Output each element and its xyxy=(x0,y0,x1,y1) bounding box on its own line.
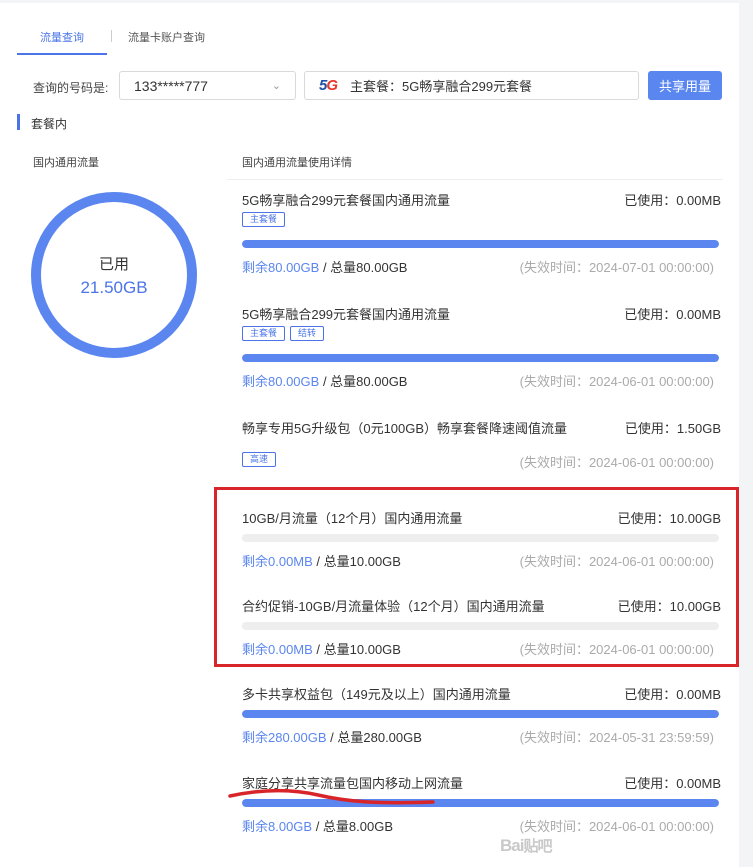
watermark-latin: Bai xyxy=(500,836,524,855)
section-title: 套餐内 xyxy=(31,117,68,131)
tab-traffic-query[interactable]: 流量查询 xyxy=(17,27,107,55)
item-used: 已使用：0.00MB xyxy=(624,687,721,702)
total-value: / 总量80.00GB xyxy=(319,260,408,275)
remain-value: 剩余80.00GB xyxy=(242,374,320,389)
5g-logo-icon: 5G xyxy=(319,77,338,94)
expire-time: (失效时间：2024-06-01 00:00:00) xyxy=(519,455,714,470)
ring-used-value: 21.50GB xyxy=(80,278,148,297)
traffic-item: 5G畅享融合299元套餐国内通用流量 已使用：0.00MB 主套餐 结转 剩余8… xyxy=(242,304,722,394)
expire-time: (失效时间：2024-05-31 23:59:59) xyxy=(519,730,714,745)
share-usage-button[interactable]: 共享用量 xyxy=(648,71,722,100)
total-value: / 总量8.00GB xyxy=(312,819,394,834)
main-package-field: 5G 主套餐：5G畅享融合299元套餐 xyxy=(304,71,639,100)
tab-divider xyxy=(111,30,112,42)
usage-bar xyxy=(242,354,719,362)
tag-carryover: 结转 xyxy=(290,326,325,341)
tag-main-package: 主套餐 xyxy=(242,326,286,341)
remain-value: 剩余8.00GB xyxy=(242,819,313,834)
tab-card-account-query[interactable]: 流量卡账户查询 xyxy=(128,27,205,45)
usage-ring xyxy=(31,192,197,358)
phone-number-value: 133*****777 xyxy=(134,78,208,94)
tab-bar: 流量查询 流量卡账户查询 xyxy=(17,27,205,55)
watermark-cn: 贴吧 xyxy=(523,838,552,855)
expire-time: (失效时间：2024-06-01 00:00:00) xyxy=(519,819,714,834)
usage-bar xyxy=(242,240,719,248)
item-used: 已使用：0.00MB xyxy=(624,193,721,208)
section-marker xyxy=(17,114,20,130)
baidu-tieba-watermark: Bai贴吧 xyxy=(500,835,552,856)
traffic-panel: 流量查询 流量卡账户查询 查询的号码是: 133*****777 ⌄ 5G 主套… xyxy=(0,3,739,867)
usage-bar-fill xyxy=(242,354,719,362)
usage-bar xyxy=(242,710,719,718)
item-title: 畅享专用5G升级包（0元100GB）畅享套餐降速阈值流量 xyxy=(242,421,568,436)
highlight-box xyxy=(214,487,739,667)
item-used: 已使用：0.00MB xyxy=(624,307,721,322)
expire-time: (失效时间：2024-07-01 00:00:00) xyxy=(519,260,714,275)
main-package-text: 主套餐：5G畅享融合299元套餐 xyxy=(350,79,533,94)
query-number-label: 查询的号码是: xyxy=(33,81,109,95)
header-divider xyxy=(227,179,723,180)
remain-text: 剩余80.00GB / 总量80.00GB xyxy=(242,257,407,276)
traffic-item: 5G畅享融合299元套餐国内通用流量 已使用：0.00MB 主套餐 剩余80.0… xyxy=(242,190,722,280)
ring-label: 已用 xyxy=(98,256,129,273)
remain-value: 剩余80.00GB xyxy=(242,260,320,275)
tag-high-speed: 高速 xyxy=(242,452,277,467)
traffic-item: 畅享专用5G升级包（0元100GB）畅享套餐降速阈值流量 已使用：1.50GB … xyxy=(242,418,722,478)
item-used: 已使用：1.50GB xyxy=(624,421,721,436)
item-title: 多卡共享权益包（149元及以上）国内通用流量 xyxy=(242,687,511,702)
underline-annotation xyxy=(228,788,435,805)
item-used: 已使用：0.00MB xyxy=(624,776,721,791)
remain-text: 剩余280.00GB / 总量280.00GB xyxy=(242,727,422,746)
usage-bar-fill xyxy=(242,710,719,718)
usage-bar-fill xyxy=(242,240,719,248)
tag-main-package: 主套餐 xyxy=(242,212,286,227)
total-value: / 总量280.00GB xyxy=(326,730,422,745)
item-title: 5G畅享融合299元套餐国内通用流量 xyxy=(242,307,451,322)
total-value: / 总量80.00GB xyxy=(319,374,408,389)
remain-text: 剩余80.00GB / 总量80.00GB xyxy=(242,371,407,390)
remain-value: 剩余280.00GB xyxy=(242,730,327,745)
phone-number-select[interactable]: 133*****777 ⌄ xyxy=(119,71,296,100)
chevron-down-icon: ⌄ xyxy=(271,80,281,92)
traffic-item: 多卡共享权益包（149元及以上）国内通用流量 已使用：0.00MB 剩余280.… xyxy=(242,684,722,746)
item-title: 5G畅享融合299元套餐国内通用流量 xyxy=(242,193,451,208)
ring-column-header: 国内通用流量 xyxy=(33,157,99,169)
expire-time: (失效时间：2024-06-01 00:00:00) xyxy=(519,374,714,389)
details-column-header: 国内通用流量使用详情 xyxy=(242,157,352,169)
remain-text: 剩余8.00GB / 总量8.00GB xyxy=(242,816,393,835)
